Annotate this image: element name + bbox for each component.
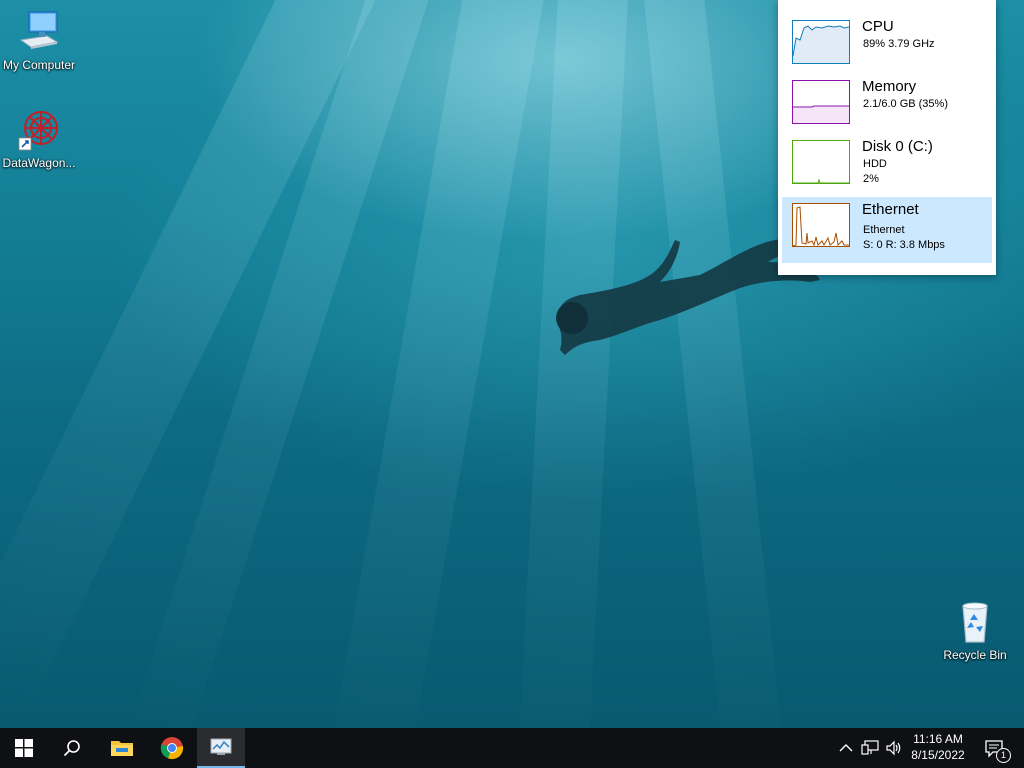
desktop-icon-datawagon[interactable]: DataWagon... bbox=[0, 108, 78, 170]
memory-graph bbox=[792, 80, 850, 124]
perf-type: HDD bbox=[863, 158, 887, 170]
desktop-icon-recycle-bin[interactable]: Recycle Bin bbox=[936, 600, 1014, 662]
recycle-bin-icon bbox=[962, 602, 988, 643]
cpu-graph bbox=[792, 20, 850, 64]
clock-date: 8/15/2022 bbox=[911, 748, 965, 762]
action-center-button[interactable]: 1 bbox=[982, 737, 1011, 763]
taskbar: 11:16 AM 8/15/2022 1 bbox=[0, 728, 1024, 768]
perf-adapter: Ethernet bbox=[863, 224, 905, 236]
search-icon bbox=[63, 740, 80, 757]
perf-title: CPU bbox=[862, 18, 894, 35]
datawagon-icon bbox=[18, 111, 58, 151]
perf-title: Disk 0 (C:) bbox=[862, 138, 933, 155]
network-tray-button[interactable] bbox=[860, 738, 880, 758]
windows-logo-icon bbox=[15, 739, 33, 757]
network-icon bbox=[861, 740, 879, 755]
perf-value: 2.1/6.0 GB (35%) bbox=[863, 98, 948, 110]
perf-value: S: 0 R: 3.8 Mbps bbox=[863, 239, 945, 251]
desktop-icon-label: Recycle Bin bbox=[943, 648, 1007, 662]
perf-item-memory[interactable]: Memory 2.1/6.0 GB (35%) bbox=[782, 74, 992, 136]
show-hidden-icons-button[interactable] bbox=[836, 738, 856, 758]
chevron-up-icon bbox=[839, 744, 853, 752]
chrome-button[interactable] bbox=[148, 728, 196, 768]
perf-title: Memory bbox=[862, 78, 917, 95]
desktop-icon-label: My Computer bbox=[2, 58, 76, 72]
computer-icon bbox=[19, 11, 59, 49]
clock[interactable]: 11:16 AM 8/15/2022 bbox=[900, 731, 976, 763]
perf-title: Ethernet bbox=[862, 201, 919, 218]
perf-item-cpu[interactable]: CPU 89% 3.79 GHz bbox=[782, 14, 992, 76]
desktop-icon-my-computer[interactable]: My Computer bbox=[0, 10, 78, 72]
ethernet-graph bbox=[792, 203, 850, 247]
notification-badge: 1 bbox=[996, 748, 1011, 763]
perf-item-ethernet[interactable]: Ethernet Ethernet S: 0 R: 3.8 Mbps bbox=[782, 197, 992, 263]
perf-item-disk[interactable]: Disk 0 (C:) HDD 2% bbox=[782, 134, 992, 196]
performance-panel: CPU 89% 3.79 GHz Memory 2.1/6.0 GB (35%)… bbox=[778, 0, 996, 275]
perf-value: 2% bbox=[863, 173, 879, 185]
file-explorer-button[interactable] bbox=[98, 728, 146, 768]
task-manager-button[interactable] bbox=[197, 728, 245, 768]
search-button[interactable] bbox=[48, 728, 96, 768]
desktop-icon-label: DataWagon... bbox=[2, 156, 76, 170]
clock-time: 11:16 AM bbox=[913, 732, 963, 746]
disk-graph bbox=[792, 140, 850, 184]
perf-value: 89% 3.79 GHz bbox=[863, 38, 935, 50]
chrome-icon bbox=[160, 737, 184, 760]
task-manager-icon bbox=[210, 738, 232, 755]
start-button[interactable] bbox=[0, 728, 48, 768]
file-explorer-icon bbox=[111, 741, 133, 756]
